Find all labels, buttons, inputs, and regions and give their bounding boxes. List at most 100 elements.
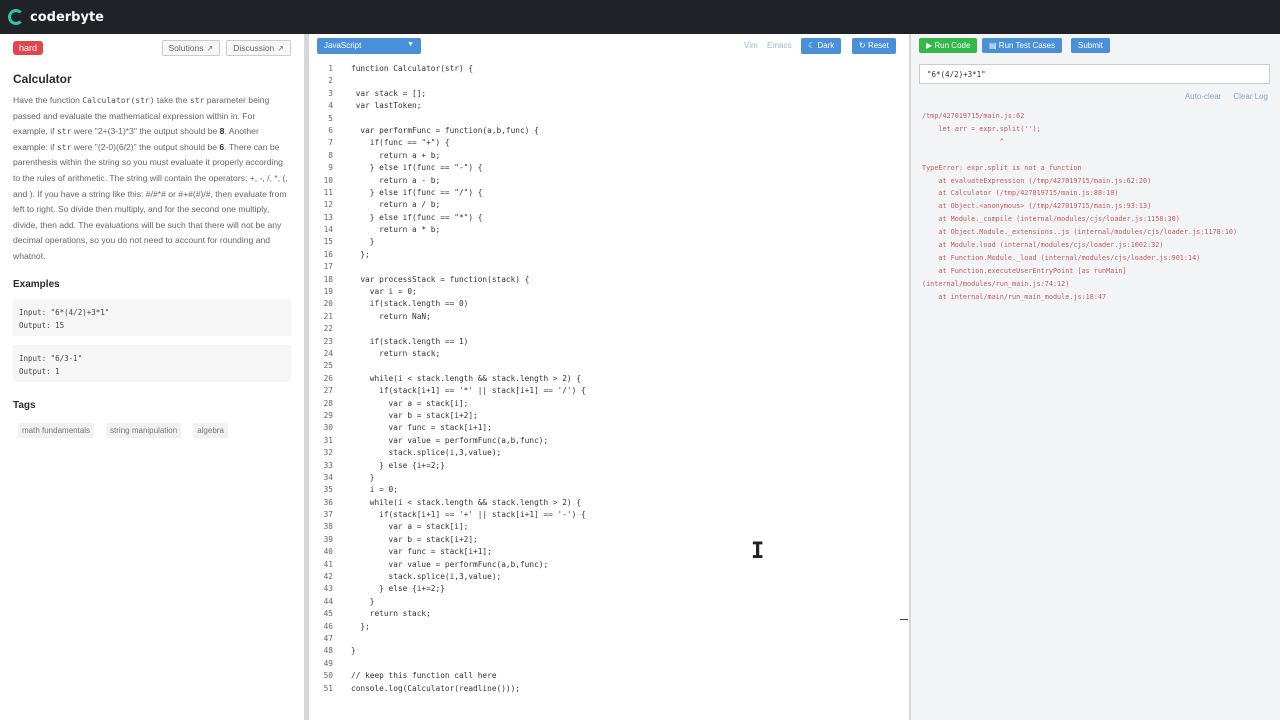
code-line[interactable]: 26 while(i < stack.length && stack.lengt… bbox=[309, 374, 909, 386]
code-line[interactable]: 18 var processStack = function(stack) { bbox=[309, 275, 909, 287]
code-line[interactable]: 9 } else if(func == "-") { bbox=[309, 163, 909, 175]
line-number: 12 bbox=[323, 200, 333, 210]
code-line[interactable]: 35 i = 0; bbox=[309, 485, 909, 497]
code-line[interactable]: 15 } bbox=[309, 237, 909, 249]
code-line[interactable]: 14 return a * b; bbox=[309, 225, 909, 237]
code-line[interactable]: 20 if(stack.length == 0) bbox=[309, 299, 909, 311]
code-line[interactable]: 6 var performFunc = function(a,b,func) { bbox=[309, 126, 909, 138]
code-line[interactable]: 42 stack.splice(i,3,value); bbox=[309, 572, 909, 584]
code-line[interactable]: 5 bbox=[309, 114, 909, 126]
output-panel: ▶ Run Code ▤ Run Test Cases Submit "6*(4… bbox=[911, 34, 1280, 720]
console-line: ^ bbox=[922, 137, 1004, 146]
code-line[interactable]: 27 if(stack[i+1] == '*' || stack[i+1] ==… bbox=[309, 386, 909, 398]
code-line[interactable]: 17 bbox=[309, 262, 909, 274]
custom-input-field[interactable]: "6*(4/2)+3*1" bbox=[919, 64, 1270, 84]
code-line[interactable]: 13 } else if(func == "*") { bbox=[309, 213, 909, 225]
console-line: at internal/main/run_main_module.js:18:4… bbox=[922, 292, 1107, 301]
code-line[interactable]: 33 } else {i+=2;} bbox=[309, 461, 909, 473]
line-content: } else {i+=2;} bbox=[351, 460, 445, 470]
line-number: 4 bbox=[328, 101, 333, 111]
line-number: 20 bbox=[323, 299, 333, 309]
code-line[interactable]: 3 var stack = []; bbox=[309, 89, 909, 101]
code-line[interactable]: 39 var b = stack[i+2]; bbox=[309, 535, 909, 547]
discussion-button[interactable]: Discussion ↗ bbox=[226, 40, 291, 56]
line-number: 16 bbox=[323, 249, 333, 259]
tag[interactable]: math fundamentals bbox=[18, 422, 95, 438]
line-number: 45 bbox=[323, 609, 333, 619]
coderbyte-logo-icon[interactable] bbox=[8, 9, 24, 25]
clear-log-button[interactable]: Clear Log bbox=[1233, 92, 1268, 101]
dark-theme-button[interactable]: ☾ Dark bbox=[801, 38, 842, 54]
tag[interactable]: string manipulation bbox=[106, 422, 182, 438]
code-line[interactable]: 29 var b = stack[i+2]; bbox=[309, 411, 909, 423]
run-test-cases-button[interactable]: ▤ Run Test Cases bbox=[982, 38, 1063, 53]
logo-text[interactable]: coderbyte bbox=[30, 10, 104, 25]
code-line[interactable]: 47 bbox=[309, 634, 909, 646]
line-number: 23 bbox=[323, 336, 333, 346]
line-number: 42 bbox=[323, 572, 333, 582]
language-select[interactable]: JavaScript ▼ bbox=[317, 38, 421, 54]
code-line[interactable]: 45 return stack; bbox=[309, 609, 909, 621]
code-line[interactable]: 40 var func = stack[i+1]; bbox=[309, 547, 909, 559]
code-line[interactable]: 23 if(stack.length == 1) bbox=[309, 337, 909, 349]
code-line[interactable]: 11 } else if(func == "/") { bbox=[309, 188, 909, 200]
code-line[interactable]: 8 return a + b; bbox=[309, 151, 909, 163]
code-line[interactable]: 25 bbox=[309, 361, 909, 373]
code-line[interactable]: 24 return stack; bbox=[309, 349, 909, 361]
code-line[interactable]: 48} bbox=[309, 646, 909, 658]
line-number: 26 bbox=[323, 373, 333, 383]
code-line[interactable]: 19 var i = 0; bbox=[309, 287, 909, 299]
code-line[interactable]: 7 if(func == "+") { bbox=[309, 138, 909, 150]
emacs-toggle[interactable]: Emacs bbox=[767, 41, 791, 50]
run-code-button[interactable]: ▶ Run Code bbox=[919, 38, 978, 53]
line-content: } bbox=[351, 596, 375, 606]
line-number: 18 bbox=[323, 274, 333, 284]
auto-clear-toggle[interactable]: Auto-clear bbox=[1185, 92, 1221, 101]
code-line[interactable]: 30 var func = stack[i+1]; bbox=[309, 423, 909, 435]
code-line[interactable]: 21 return NaN; bbox=[309, 312, 909, 324]
code-line[interactable]: 49 bbox=[309, 659, 909, 671]
code-line[interactable]: 46 }; bbox=[309, 622, 909, 634]
line-content: if(stack.length == 1) bbox=[351, 336, 469, 346]
code-line[interactable]: 43 } else {i+=2;} bbox=[309, 584, 909, 596]
tag[interactable]: algebra bbox=[193, 422, 228, 438]
line-number: 27 bbox=[323, 386, 333, 396]
solutions-button[interactable]: Solutions ↗ bbox=[161, 40, 221, 56]
code-line[interactable]: 32 stack.splice(i,3,value); bbox=[309, 448, 909, 460]
code-line[interactable]: 37 if(stack[i+1] == '+' || stack[i+1] ==… bbox=[309, 510, 909, 522]
code-line[interactable]: 38 var a = stack[i]; bbox=[309, 522, 909, 534]
code-line[interactable]: 4 var lastToken; bbox=[309, 101, 909, 113]
problem-header: hard Solutions ↗ Discussion ↗ bbox=[13, 40, 291, 56]
example-output: Output: 15 bbox=[19, 320, 65, 330]
console-line: at Module._compile (internal/modules/cjs… bbox=[922, 215, 1180, 224]
line-content: return a + b; bbox=[351, 150, 441, 160]
line-content: while(i < stack.length && stack.length >… bbox=[351, 373, 582, 383]
console-line: at evaluateExpression (/tmp/427019715/ma… bbox=[922, 176, 1152, 185]
line-number: 2 bbox=[328, 76, 333, 86]
line-content: var performFunc = function(a,b,func) { bbox=[351, 125, 539, 135]
code-line[interactable]: 10 return a - b; bbox=[309, 176, 909, 188]
line-number: 41 bbox=[323, 559, 333, 569]
vim-toggle[interactable]: Vim bbox=[744, 41, 758, 50]
code-line[interactable]: 50 // keep this function call here bbox=[309, 671, 909, 683]
code-line[interactable]: 41 var value = performFunc(a,b,func); bbox=[309, 560, 909, 572]
code-line[interactable]: 44 } bbox=[309, 597, 909, 609]
code-line[interactable]: 22 bbox=[309, 324, 909, 336]
line-content: while(i < stack.length && stack.length >… bbox=[351, 497, 582, 507]
code-line[interactable]: 34 } bbox=[309, 473, 909, 485]
code-line[interactable]: 51 console.log(Calculator(readline())); bbox=[309, 684, 909, 696]
line-number: 32 bbox=[323, 448, 333, 458]
reset-button[interactable]: ↻ Reset bbox=[852, 38, 896, 54]
code-line[interactable]: 12 return a / b; bbox=[309, 200, 909, 212]
line-number: 33 bbox=[323, 460, 333, 470]
code-line[interactable]: 2 bbox=[309, 76, 909, 88]
code-line[interactable]: 28 var a = stack[i]; bbox=[309, 399, 909, 411]
code-line[interactable]: 1 function Calculator(str) { bbox=[309, 64, 909, 76]
code-line[interactable]: 36 while(i < stack.length && stack.lengt… bbox=[309, 498, 909, 510]
submit-button[interactable]: Submit bbox=[1071, 38, 1110, 53]
code-line[interactable]: 31 var value = performFunc(a,b,func); bbox=[309, 436, 909, 448]
problem-title: Calculator bbox=[13, 72, 72, 86]
code-area[interactable]: 1 function Calculator(str) {2 3 var stack … bbox=[309, 64, 909, 696]
code-line[interactable]: 16 }; bbox=[309, 250, 909, 262]
external-link-icon: ↗ bbox=[206, 43, 214, 53]
